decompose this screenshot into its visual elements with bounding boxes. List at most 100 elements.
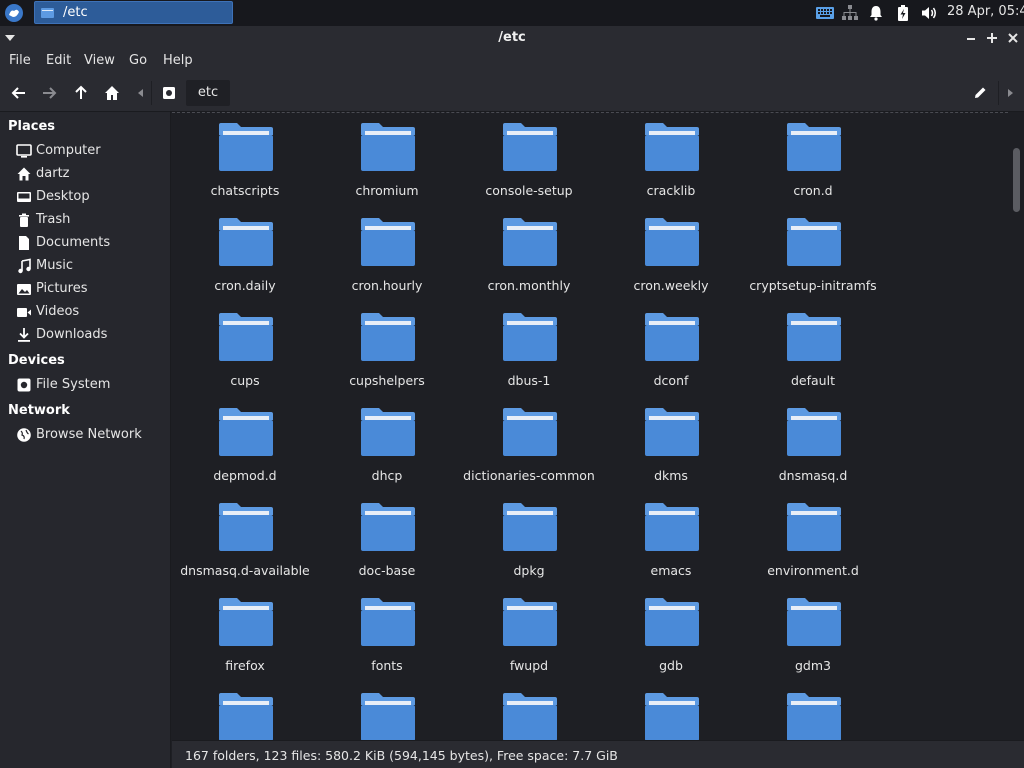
- videos-icon: [17, 308, 31, 317]
- sidebar-item-music[interactable]: Music: [14, 256, 164, 276]
- minimize-icon[interactable]: [964, 31, 978, 45]
- folder-item[interactable]: default: [742, 305, 884, 395]
- folder-item[interactable]: gdm3: [742, 590, 884, 680]
- home-icon: [17, 167, 31, 181]
- folder-icon: [645, 503, 699, 551]
- window-title: /etc: [498, 30, 526, 45]
- folder-item[interactable]: console-setup: [458, 115, 600, 205]
- folder-item[interactable]: depmod.d: [174, 400, 316, 490]
- pictures-icon: [17, 284, 31, 295]
- folder-item[interactable]: [458, 685, 600, 740]
- folder-item[interactable]: cron.daily: [174, 210, 316, 300]
- path-current-button[interactable]: etc: [186, 80, 230, 106]
- folder-item[interactable]: dbus-1: [458, 305, 600, 395]
- devices-header: Devices: [8, 353, 65, 368]
- folder-item[interactable]: dhcp: [316, 400, 458, 490]
- folder-item[interactable]: [174, 685, 316, 740]
- folder-item[interactable]: dkms: [600, 400, 742, 490]
- sidebar-item-label: Downloads: [36, 327, 108, 342]
- folder-item[interactable]: fonts: [316, 590, 458, 680]
- sidebar-item-file-system[interactable]: File System: [14, 375, 164, 395]
- menu-go[interactable]: Go: [129, 53, 147, 68]
- folder-label: cryptsetup-initramfs: [749, 278, 877, 293]
- folder-item[interactable]: dnsmasq.d-available: [174, 495, 316, 585]
- folder-item[interactable]: cracklib: [600, 115, 742, 205]
- path-root-button[interactable]: [154, 81, 184, 105]
- folder-icon: [503, 313, 557, 361]
- menu-file[interactable]: File: [9, 53, 31, 68]
- keyboard-icon[interactable]: [816, 4, 834, 22]
- sidebar-item-computer[interactable]: Computer: [14, 141, 164, 161]
- folder-item[interactable]: environment.d: [742, 495, 884, 585]
- folder-icon: [787, 123, 841, 171]
- sidebar-item-pictures[interactable]: Pictures: [14, 279, 164, 299]
- folder-label: cron.d: [793, 183, 833, 198]
- volume-icon[interactable]: [920, 4, 938, 22]
- top-panel: /etc 28 Apr, 05:43: [0, 0, 1024, 26]
- taskbar-window-button[interactable]: /etc: [34, 1, 233, 24]
- folder-icon: [361, 598, 415, 646]
- folder-item[interactable]: [600, 685, 742, 740]
- home-icon[interactable]: [103, 84, 121, 102]
- folder-item[interactable]: [316, 685, 458, 740]
- folder-icon: [361, 408, 415, 456]
- folder-item[interactable]: doc-base: [316, 495, 458, 585]
- sidebar-item-browse-network[interactable]: Browse Network: [14, 425, 164, 445]
- sidebar-item-videos[interactable]: Videos: [14, 302, 164, 322]
- path-scroll-right-button[interactable]: [998, 81, 1020, 105]
- folder-item[interactable]: cupshelpers: [316, 305, 458, 395]
- pencil-icon[interactable]: [972, 85, 988, 101]
- back-arrow-icon[interactable]: [10, 84, 28, 102]
- sidebar-item-label: Computer: [36, 143, 101, 158]
- folder-item[interactable]: cron.d: [742, 115, 884, 205]
- folder-item[interactable]: cryptsetup-initramfs: [742, 210, 884, 300]
- close-icon[interactable]: [1006, 31, 1020, 45]
- folder-item[interactable]: dpkg: [458, 495, 600, 585]
- menu-edit[interactable]: Edit: [46, 53, 71, 68]
- folder-icon: [503, 598, 557, 646]
- forward-arrow-icon[interactable]: [40, 84, 58, 102]
- folder-icon: [787, 693, 841, 740]
- folder-label: cron.hourly: [351, 278, 423, 293]
- network-status-icon[interactable]: [841, 4, 859, 22]
- path-scroll-left-button[interactable]: [130, 81, 152, 105]
- folder-icon: [787, 503, 841, 551]
- clock[interactable]: 28 Apr, 05:43: [947, 4, 1024, 19]
- folder-item[interactable]: firefox: [174, 590, 316, 680]
- menu-view[interactable]: View: [84, 53, 115, 68]
- folder-item[interactable]: fwupd: [458, 590, 600, 680]
- folder-item[interactable]: dconf: [600, 305, 742, 395]
- window-titlebar[interactable]: /etc: [0, 26, 1024, 50]
- documents-icon: [19, 236, 29, 250]
- folder-label: dictionaries-common: [463, 468, 595, 483]
- scrollbar-thumb[interactable]: [1013, 148, 1020, 212]
- folder-item[interactable]: emacs: [600, 495, 742, 585]
- up-arrow-icon[interactable]: [72, 84, 90, 102]
- folder-item[interactable]: chatscripts: [174, 115, 316, 205]
- battery-icon[interactable]: [894, 4, 912, 22]
- folder-item[interactable]: cron.hourly: [316, 210, 458, 300]
- app-launcher-icon[interactable]: [4, 3, 24, 23]
- vertical-scrollbar[interactable]: [1008, 112, 1024, 740]
- trash-icon: [19, 213, 29, 227]
- folder-item[interactable]: cron.monthly: [458, 210, 600, 300]
- folder-item[interactable]: cron.weekly: [600, 210, 742, 300]
- folder-item[interactable]: dnsmasq.d: [742, 400, 884, 490]
- menu-help[interactable]: Help: [163, 53, 193, 68]
- computer-icon: [16, 144, 32, 158]
- folder-item[interactable]: [742, 685, 884, 740]
- sidebar-item-desktop[interactable]: Desktop: [14, 187, 164, 207]
- bell-icon[interactable]: [867, 4, 885, 22]
- folder-item[interactable]: cups: [174, 305, 316, 395]
- file-view[interactable]: chatscripts chromium console-setup cracklib…: [172, 112, 1008, 740]
- folder-label: fonts: [371, 658, 403, 673]
- folder-item[interactable]: chromium: [316, 115, 458, 205]
- sidebar-item-documents[interactable]: Documents: [14, 233, 164, 253]
- folder-item[interactable]: gdb: [600, 590, 742, 680]
- maximize-icon[interactable]: [985, 31, 999, 45]
- sidebar-item-dartz[interactable]: dartz: [14, 164, 164, 184]
- sidebar-item-trash[interactable]: Trash: [14, 210, 164, 230]
- sidebar-item-downloads[interactable]: Downloads: [14, 325, 164, 345]
- folder-icon: [361, 123, 415, 171]
- folder-item[interactable]: dictionaries-common: [458, 400, 600, 490]
